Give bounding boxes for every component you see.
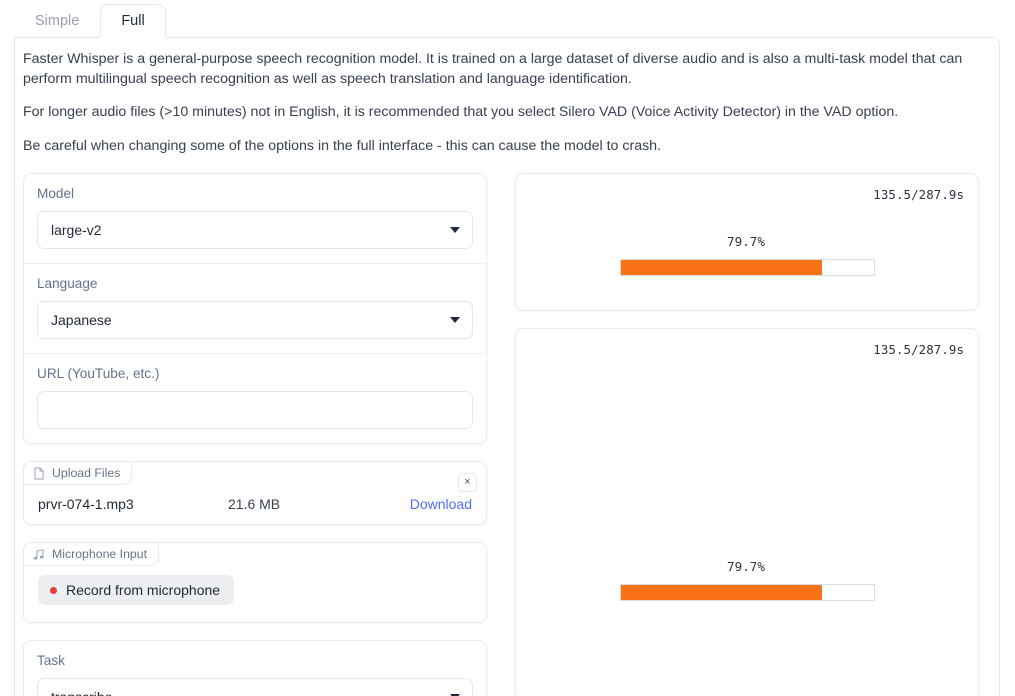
microphone-input-tag-label: Microphone Input xyxy=(52,547,147,561)
app-root: Simple Full Faster Whisper is a general-… xyxy=(0,0,1015,696)
task-field: Task transcribe xyxy=(24,641,486,696)
progress-wrap-1: 79.7% xyxy=(516,234,978,276)
language-label: Language xyxy=(37,276,473,291)
tab-simple-label: Simple xyxy=(35,13,79,29)
record-button-label: Record from microphone xyxy=(66,582,220,598)
file-icon xyxy=(33,467,45,480)
language-field: Language Japanese xyxy=(24,264,486,354)
task-select[interactable]: transcribe xyxy=(37,678,473,696)
model-field: Model large-v2 xyxy=(24,174,486,264)
progress-bar-fill-1 xyxy=(621,260,823,275)
music-note-icon xyxy=(33,548,45,561)
progress-bar-track-1 xyxy=(620,259,875,276)
language-select-value: Japanese xyxy=(51,312,112,328)
intro-paragraph-1: Faster Whisper is a general-purpose spee… xyxy=(23,50,991,89)
url-input[interactable] xyxy=(37,391,473,429)
url-field: URL (YouTube, etc.) xyxy=(24,354,486,443)
download-link[interactable]: Download xyxy=(410,496,472,512)
record-dot-icon xyxy=(50,587,57,594)
record-from-microphone-button[interactable]: Record from microphone xyxy=(38,575,234,605)
progress-card-1: 135.5/287.9s 79.7% xyxy=(515,173,979,311)
progress-bar-track-2 xyxy=(620,584,875,601)
task-select-value: transcribe xyxy=(51,689,112,696)
tabbar: Simple Full xyxy=(14,4,166,38)
model-select-value: large-v2 xyxy=(51,222,102,238)
progress-eta-2: 135.5/287.9s xyxy=(873,342,964,357)
content-panel: Faster Whisper is a general-purpose spee… xyxy=(14,37,1000,696)
upload-files-tag: Upload Files xyxy=(23,461,132,485)
intro-text: Faster Whisper is a general-purpose spee… xyxy=(15,38,999,156)
intro-paragraph-2: For longer audio files (>10 minutes) not… xyxy=(23,103,991,123)
url-label: URL (YouTube, etc.) xyxy=(37,366,473,381)
tab-full-label: Full xyxy=(121,13,144,29)
close-icon[interactable]: × xyxy=(458,473,477,492)
intro-paragraph-3: Be careful when changing some of the opt… xyxy=(23,137,991,157)
primary-settings-group: Model large-v2 Language Japanese xyxy=(23,173,487,444)
close-icon-glyph: × xyxy=(464,477,470,488)
progress-wrap-2: 79.7% xyxy=(516,559,978,601)
progress-percent-label-2: 79.7% xyxy=(727,559,765,574)
progress-eta-1: 135.5/287.9s xyxy=(873,187,964,202)
upload-files-block: Upload Files × prvr-074-1.mp3 21.6 MB Do… xyxy=(23,461,487,525)
model-label: Model xyxy=(37,186,473,201)
tab-simple[interactable]: Simple xyxy=(14,4,100,38)
task-label: Task xyxy=(37,653,473,668)
microphone-input-tag: Microphone Input xyxy=(23,542,159,566)
right-column: 135.5/287.9s 79.7% 135.5/287.9s 79.7% xyxy=(515,173,979,696)
chevron-down-icon xyxy=(450,227,460,233)
language-select[interactable]: Japanese xyxy=(37,301,473,339)
task-group: Task transcribe xyxy=(23,640,487,696)
columns: Model large-v2 Language Japanese xyxy=(15,156,999,696)
left-column: Model large-v2 Language Japanese xyxy=(23,173,487,696)
file-size: 21.6 MB xyxy=(228,496,410,512)
file-name: prvr-074-1.mp3 xyxy=(38,496,228,512)
tab-full[interactable]: Full xyxy=(100,4,165,38)
chevron-down-icon xyxy=(450,317,460,323)
model-select[interactable]: large-v2 xyxy=(37,211,473,249)
progress-card-2: 135.5/287.9s 79.7% xyxy=(515,328,979,696)
progress-percent-label-1: 79.7% xyxy=(727,234,765,249)
progress-bar-fill-2 xyxy=(621,585,823,600)
upload-files-tag-label: Upload Files xyxy=(52,466,120,480)
microphone-input-block: Microphone Input Record from microphone xyxy=(23,542,487,623)
